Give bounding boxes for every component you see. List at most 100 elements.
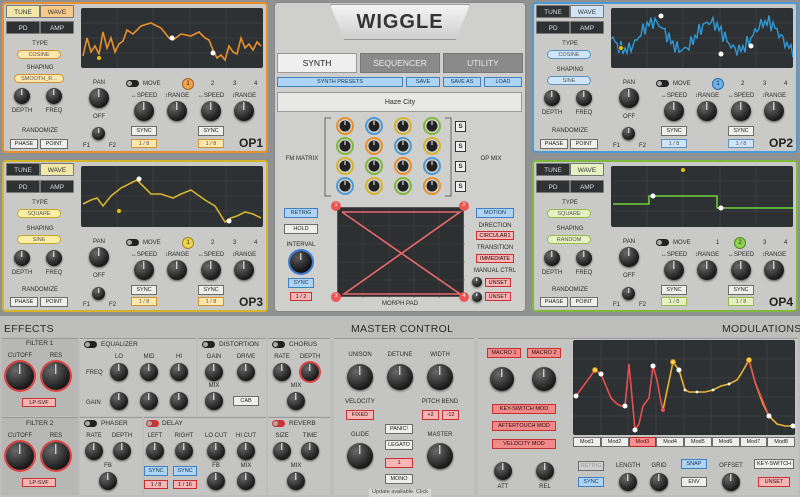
op2-wave-display[interactable] (611, 8, 793, 68)
op2-speed-knob[interactable] (664, 101, 684, 121)
width-knob[interactable] (427, 364, 453, 390)
eq-toggle[interactable] (84, 341, 97, 348)
op3-sync-button[interactable]: SYNC (131, 285, 157, 295)
op1-pan-knob[interactable] (89, 88, 109, 108)
op4-op-2[interactable]: 2 (734, 237, 746, 249)
op2-rate-1[interactable]: 1 / 8 (661, 139, 687, 148)
op2-pan-knob[interactable] (619, 88, 639, 108)
distortion-toggle[interactable] (202, 341, 215, 348)
tab-synth[interactable]: SYNTH (277, 53, 357, 73)
op1-tune-tab[interactable]: TUNE (6, 5, 40, 18)
op2-op-4[interactable]: 4 (784, 81, 787, 87)
synth-presets-label[interactable]: SYNTH PRESETS (277, 77, 403, 87)
panic-button[interactable]: PANIC! (385, 424, 413, 434)
eq-mid-freq-knob[interactable] (140, 363, 158, 381)
interval-knob[interactable] (290, 251, 312, 273)
op2-type-select[interactable]: COSINE (547, 50, 591, 59)
op2-range-knob[interactable] (697, 101, 717, 121)
op1-freq-knob[interactable] (46, 88, 62, 104)
op1-rate-2[interactable]: 1 / 8 (198, 139, 224, 148)
pitch-bend-down[interactable]: -12 (442, 410, 459, 420)
filter2-res-knob[interactable] (42, 442, 70, 470)
mod-tab-5[interactable]: Mod5 (684, 437, 712, 447)
op3-op-2[interactable]: 2 (211, 240, 214, 246)
op-mix-solo-3[interactable]: S (455, 161, 466, 172)
load-button[interactable]: LOAD (484, 77, 522, 87)
distortion-mix-knob[interactable] (205, 392, 223, 410)
eq-hi-freq-knob[interactable] (170, 363, 188, 381)
mono-button[interactable]: MONO (385, 474, 413, 484)
op2-op-3[interactable]: 3 (763, 81, 766, 87)
op1-range2-knob[interactable] (234, 101, 254, 121)
mod-tab-8[interactable]: Mod8 (767, 437, 795, 447)
op2-sync2-button[interactable]: SYNC (728, 126, 754, 136)
op4-speed-knob[interactable] (664, 260, 684, 280)
chorus-mix-knob[interactable] (287, 392, 305, 410)
op4-pd-tab[interactable]: PD (536, 180, 570, 193)
filter1-res-knob[interactable] (42, 362, 70, 390)
rel-knob[interactable] (536, 462, 554, 480)
phaser-toggle[interactable] (84, 420, 97, 427)
mod-grid-knob[interactable] (650, 473, 668, 491)
op4-sync-button[interactable]: SYNC (661, 285, 687, 295)
motion-button[interactable]: MOTION (476, 208, 514, 218)
op2-sync-button[interactable]: SYNC (661, 126, 687, 136)
op4-wave-tab[interactable]: WAVE (570, 163, 604, 176)
op3-pan-knob[interactable] (89, 247, 109, 267)
delay-mix-knob[interactable] (237, 472, 255, 490)
op3-sync2-button[interactable]: SYNC (198, 285, 224, 295)
phaser-rate-knob[interactable] (85, 442, 103, 460)
mod-tab-3[interactable]: Mod3 (629, 437, 657, 447)
op2-speed2-knob[interactable] (731, 101, 751, 121)
op3-f1-knob[interactable] (92, 287, 105, 300)
op1-wave-tab[interactable]: WAVE (40, 5, 74, 18)
voices-select[interactable]: 1 (385, 458, 413, 468)
op3-depth-knob[interactable] (14, 250, 30, 266)
save-button[interactable]: SAVE (406, 77, 440, 87)
delay-locut-knob[interactable] (207, 442, 225, 460)
fm-matrix-grid[interactable] (323, 116, 453, 198)
delay-rate-right[interactable]: 1 / 16 (173, 480, 197, 489)
delay-left-knob[interactable] (146, 442, 164, 460)
op2-pd-tab[interactable]: PD (536, 21, 570, 34)
phaser-fb-knob[interactable] (99, 472, 117, 490)
op1-range-knob[interactable] (167, 101, 187, 121)
mod-keyswitch-button[interactable]: KEY-SWITCH (754, 459, 794, 469)
op1-speed2-knob[interactable] (201, 101, 221, 121)
direction-select[interactable]: CIRCULAR1 (476, 231, 514, 240)
op3-move-toggle[interactable] (126, 239, 139, 246)
op3-rate-1[interactable]: 1 / 8 (131, 297, 157, 306)
retrig-button[interactable]: RETRIG (284, 208, 318, 218)
op3-amp-tab[interactable]: AMP (40, 180, 74, 193)
pitch-bend-up[interactable]: +2 (422, 410, 439, 420)
glide-knob[interactable] (347, 443, 373, 469)
op4-op-1[interactable]: 1 (716, 240, 719, 246)
delay-fb-knob[interactable] (207, 472, 225, 490)
macro2-button[interactable]: MACRO 2 (527, 348, 561, 358)
op2-shaping-select[interactable]: SINE (547, 76, 591, 85)
op4-rate-2[interactable]: 1 / 8 (728, 297, 754, 306)
op-mix-solo-1[interactable]: S (455, 121, 466, 132)
velocity-mod-button[interactable]: VELOCITY MOD (492, 439, 556, 449)
aftertouch-mod-button[interactable]: AFTERTOUCH MOD (492, 421, 556, 431)
mod-tab-2[interactable]: Mod2 (601, 437, 629, 447)
op1-phase-button[interactable]: PHASE (10, 139, 38, 149)
op1-sync-button[interactable]: SYNC (131, 126, 157, 136)
reverb-mix-knob[interactable] (287, 472, 305, 490)
velocity-select[interactable]: FIXED (346, 410, 374, 420)
mod-tab-7[interactable]: Mod7 (740, 437, 768, 447)
distortion-gain-knob[interactable] (205, 363, 223, 381)
op1-pd-tab[interactable]: PD (6, 21, 40, 34)
op2-wave-tab[interactable]: WAVE (570, 5, 604, 18)
detune-knob[interactable] (387, 364, 413, 390)
op4-phase-button[interactable]: PHASE (540, 297, 568, 307)
op3-pd-tab[interactable]: PD (6, 180, 40, 193)
op-mix-solo-4[interactable]: S (455, 181, 466, 192)
op3-speed-knob[interactable] (134, 260, 154, 280)
op3-range2-knob[interactable] (234, 260, 254, 280)
op1-sync2-button[interactable]: SYNC (198, 126, 224, 136)
op2-rate-2[interactable]: 1 / 8 (728, 139, 754, 148)
manual-y-knob[interactable] (472, 292, 482, 302)
unison-knob[interactable] (347, 364, 373, 390)
phaser-depth-knob[interactable] (113, 442, 131, 460)
